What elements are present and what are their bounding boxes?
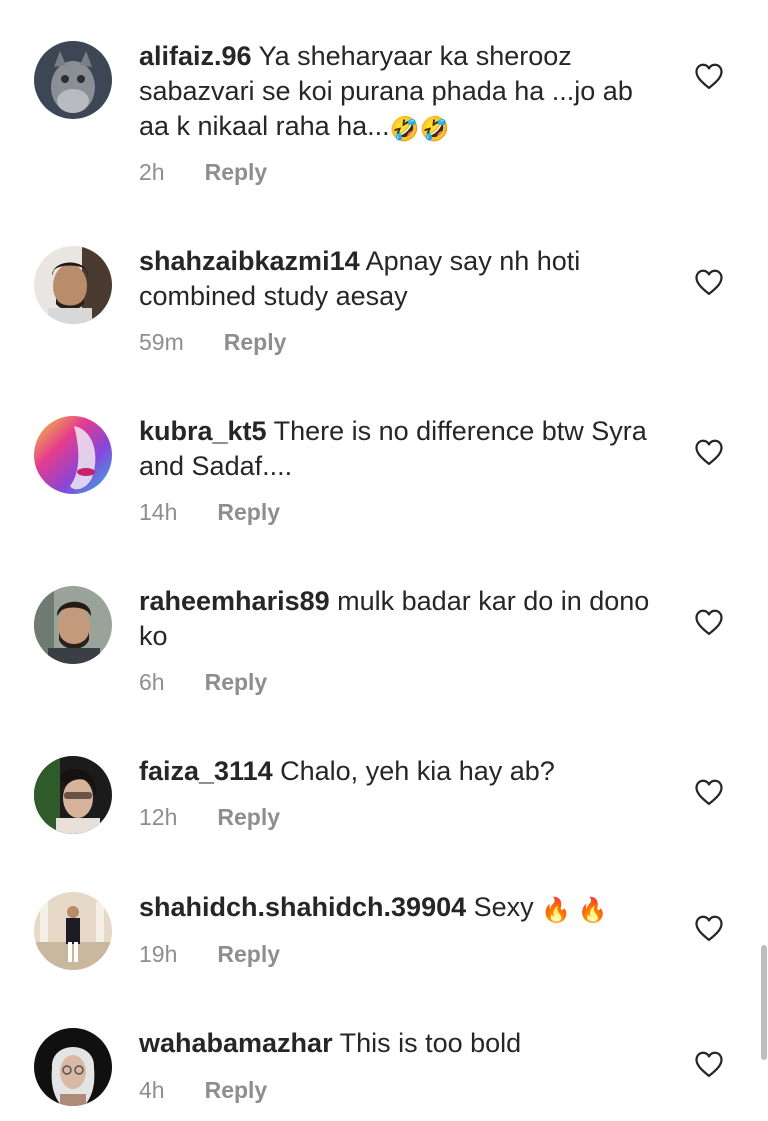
comment-username[interactable]: alifaiz.96 bbox=[139, 41, 252, 71]
heart-outline-icon[interactable] bbox=[694, 438, 724, 466]
heart-outline-icon[interactable] bbox=[694, 62, 724, 90]
comment-body: kubra_kt5 There is no difference btw Syr… bbox=[139, 414, 659, 484]
comment-meta: 4h Reply bbox=[139, 1076, 267, 1104]
comment-meta: 19h Reply bbox=[139, 940, 280, 968]
comment-username[interactable]: raheemharis89 bbox=[139, 586, 330, 616]
avatar[interactable] bbox=[34, 41, 112, 119]
comment-body: wahabamazhar This is too bold bbox=[139, 1026, 659, 1061]
comment-timestamp: 19h bbox=[139, 941, 178, 967]
reply-button[interactable]: Reply bbox=[205, 158, 268, 186]
avatar[interactable] bbox=[34, 586, 112, 664]
avatar[interactable] bbox=[34, 1028, 112, 1106]
heart-outline-icon[interactable] bbox=[694, 268, 724, 296]
reply-button[interactable]: Reply bbox=[224, 328, 287, 356]
comment-meta: 12h Reply bbox=[139, 803, 280, 831]
comment-timestamp: 12h bbox=[139, 804, 178, 830]
comment-timestamp: 14h bbox=[139, 499, 178, 525]
comment-username[interactable]: wahabamazhar bbox=[139, 1028, 333, 1058]
laughing-emoji-icon: 🤣🤣 bbox=[389, 116, 450, 143]
comment-timestamp: 2h bbox=[139, 159, 165, 185]
comment-meta: 59m Reply bbox=[139, 328, 286, 356]
comment-body: faiza_3114 Chalo, yeh kia hay ab? bbox=[139, 754, 659, 789]
comment-body: raheemharis89 mulk badar kar do in dono … bbox=[139, 584, 659, 654]
comment-meta: 6h Reply bbox=[139, 668, 267, 696]
avatar[interactable] bbox=[34, 246, 112, 324]
comment-text: Chalo, yeh kia hay ab? bbox=[280, 756, 555, 786]
heart-outline-icon[interactable] bbox=[694, 778, 724, 806]
comment-body: shahzaibkazmi14 Apnay say nh hoti combin… bbox=[139, 244, 659, 314]
avatar[interactable] bbox=[34, 416, 112, 494]
comment-username[interactable]: kubra_kt5 bbox=[139, 416, 267, 446]
comment-body: alifaiz.96 Ya sheharyaar ka sherooz saba… bbox=[139, 39, 659, 144]
reply-button[interactable]: Reply bbox=[217, 498, 280, 526]
comment-text: Sexy bbox=[473, 892, 534, 922]
heart-outline-icon[interactable] bbox=[694, 608, 724, 636]
comment-username[interactable]: shahzaibkazmi14 bbox=[139, 246, 360, 276]
fire-emoji-icon: 🔥 🔥 bbox=[541, 897, 608, 924]
reply-button[interactable]: Reply bbox=[205, 1076, 268, 1104]
comment-username[interactable]: faiza_3114 bbox=[139, 756, 273, 786]
avatar[interactable] bbox=[34, 892, 112, 970]
comment-timestamp: 59m bbox=[139, 329, 184, 355]
comment-username[interactable]: shahidch.shahidch.39904 bbox=[139, 892, 466, 922]
reply-button[interactable]: Reply bbox=[217, 940, 280, 968]
comment-meta: 2h Reply bbox=[139, 158, 267, 186]
reply-button[interactable]: Reply bbox=[205, 668, 268, 696]
scrollbar[interactable] bbox=[761, 945, 767, 1060]
reply-button[interactable]: Reply bbox=[217, 803, 280, 831]
comment-meta: 14h Reply bbox=[139, 498, 280, 526]
comment-timestamp: 6h bbox=[139, 669, 165, 695]
comment-text: This is too bold bbox=[339, 1028, 522, 1058]
heart-outline-icon[interactable] bbox=[694, 1050, 724, 1078]
avatar[interactable] bbox=[34, 756, 112, 834]
comment-body: shahidch.shahidch.39904 Sexy 🔥 🔥 bbox=[139, 890, 659, 925]
comment-timestamp: 4h bbox=[139, 1077, 165, 1103]
heart-outline-icon[interactable] bbox=[694, 914, 724, 942]
